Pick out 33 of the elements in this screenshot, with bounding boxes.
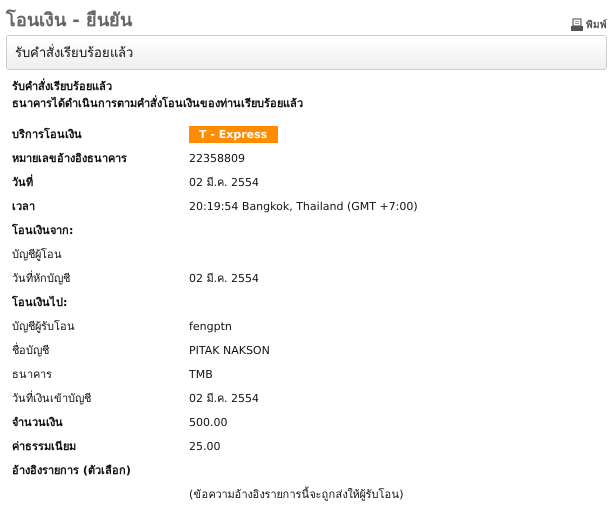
confirmation-message: ธนาคารได้ดำเนินการตามคำสั่งโอนเงินของท่านเรียบร้อยแล้ว xyxy=(12,95,304,112)
section-heading: โอนเงินไป: xyxy=(12,294,68,311)
page-title: โอนเงิน - ยืนยัน xyxy=(6,8,132,33)
note-text: (ข้อความอ้างอิงรายการนี้จะถูกส่งให้ผู้รับโอน) xyxy=(189,486,404,503)
section-heading: โอนเงินจาก: xyxy=(12,222,74,239)
field-value: TMB xyxy=(189,368,213,380)
field-value: 25.00 xyxy=(189,440,220,452)
field-label: ธนาคาร xyxy=(12,367,53,383)
service-badge: T - Express xyxy=(189,126,278,142)
panel-title: รับคำสั่งเรียบร้อยแล้ว xyxy=(15,46,133,61)
field-label: วันที่หักบัญชี xyxy=(12,270,71,287)
field-label: วันที่ xyxy=(12,173,34,191)
confirmation-message: รับคำสั่งเรียบร้อยแล้ว xyxy=(12,78,113,95)
field-label: หมายเลขอ้างอิงธนาคาร xyxy=(12,151,128,167)
field-value: fengptn xyxy=(189,320,232,332)
field-label: จำนวนเงิน xyxy=(12,415,64,431)
field-label: ชื่อบัญชี xyxy=(12,342,50,359)
field-label: ค่าธรรมเนียม xyxy=(12,439,77,455)
field-label: บัญชีผู้โอน xyxy=(12,247,63,263)
field-label: บัญชีผู้รับโอน xyxy=(12,319,76,335)
field-label: บริการโอนเงิน xyxy=(12,126,83,143)
print-link[interactable]: พิมพ์ xyxy=(570,17,607,32)
field-value: 02 มี.ค. 2554 xyxy=(189,175,259,191)
field-value: 02 มี.ค. 2554 xyxy=(189,271,259,287)
field-value: 22358809 xyxy=(189,152,245,164)
field-value: 20:19:54 Bangkok, Thailand (GMT +7:00) xyxy=(189,200,418,212)
field-label: วันที่เงินเข้าบัญชี xyxy=(12,390,92,407)
field-label: เวลา xyxy=(12,199,36,215)
printer-icon xyxy=(570,18,584,32)
field-value: 02 มี.ค. 2554 xyxy=(189,391,259,407)
field-value: 500.00 xyxy=(189,416,228,428)
section-heading: อ้างอิงรายการ (ตัวเลือก) xyxy=(12,463,132,479)
field-value: PITAK NAKSON xyxy=(189,344,270,356)
